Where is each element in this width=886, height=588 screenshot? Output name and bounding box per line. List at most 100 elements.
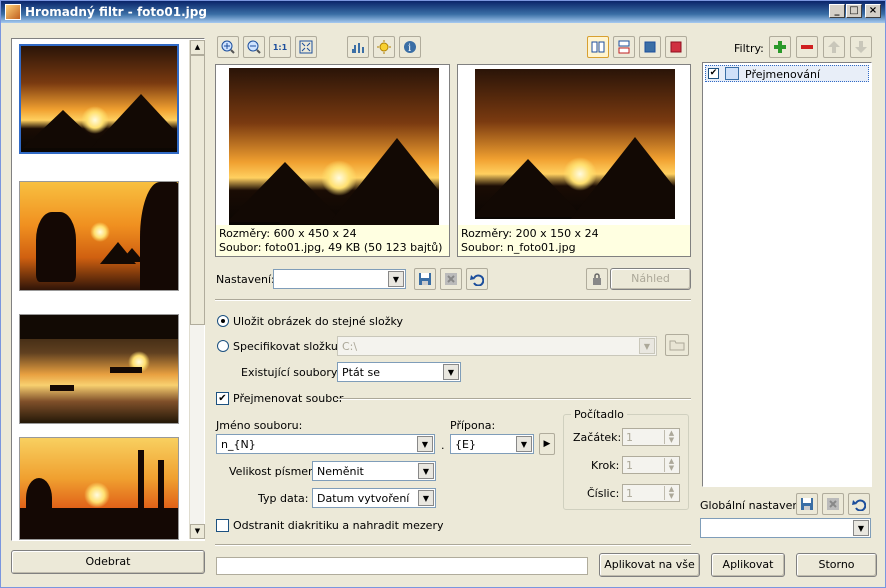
- thumbnail-4[interactable]: [19, 437, 179, 540]
- progress-bar: [216, 557, 588, 575]
- close-button[interactable]: ×: [865, 4, 881, 18]
- histogram-icon[interactable]: [347, 36, 369, 58]
- fit-to-window-icon[interactable]: [295, 36, 317, 58]
- date-type-combo[interactable]: Datum vytvoření ▼: [312, 488, 436, 508]
- original-view-icon[interactable]: [639, 36, 661, 58]
- filters-label: Filtry:: [734, 42, 764, 55]
- result-file: Soubor: n_foto01.jpg: [461, 241, 576, 254]
- save-settings-icon[interactable]: [414, 268, 436, 290]
- divider: [215, 299, 691, 301]
- browse-folder-icon[interactable]: [665, 334, 689, 356]
- chevron-down-icon: ▼: [443, 364, 459, 380]
- zoom-out-icon[interactable]: [243, 36, 265, 58]
- actual-size-icon[interactable]: 1:1: [269, 36, 291, 58]
- extension-combo[interactable]: {E} ▼: [450, 434, 534, 454]
- move-down-icon[interactable]: [850, 36, 872, 58]
- original-preview: Rozměry: 600 x 450 x 24 Soubor: foto01.j…: [215, 64, 450, 257]
- apply-all-button[interactable]: Aplikovat na vše: [599, 553, 700, 577]
- side-by-side-view-icon[interactable]: [587, 36, 609, 58]
- maximize-button[interactable]: □: [846, 4, 862, 18]
- rename-checkbox[interactable]: ✔: [216, 392, 229, 405]
- same-folder-label: Uložit obrázek do stejné složky: [233, 315, 403, 328]
- specify-folder-label: Specifikovat složku:: [233, 340, 342, 353]
- brightness-icon[interactable]: [373, 36, 395, 58]
- original-size: Rozměry: 600 x 450 x 24: [219, 227, 357, 240]
- same-folder-radio[interactable]: [217, 315, 229, 327]
- window: Hromadný filtr - foto01.jpg _ □ × ▲ ▼ Od…: [0, 0, 886, 588]
- thumbnail-1[interactable]: [19, 44, 179, 154]
- window-title: Hromadný filtr - foto01.jpg: [25, 5, 207, 19]
- move-up-icon[interactable]: [823, 36, 845, 58]
- chevron-down-icon: ▼: [639, 338, 655, 354]
- filename-combo[interactable]: n_{N} ▼: [216, 434, 435, 454]
- save-global-icon[interactable]: [796, 493, 818, 515]
- cancel-button[interactable]: Storno: [796, 553, 877, 577]
- scroll-thumb[interactable]: [190, 55, 205, 325]
- counter-title: Počítadlo: [571, 408, 627, 421]
- counter-digits-spinner[interactable]: 1 ▲ ▼: [622, 484, 680, 502]
- delete-global-icon[interactable]: [822, 493, 844, 515]
- undo-global-icon[interactable]: [848, 493, 870, 515]
- delete-settings-icon[interactable]: [440, 268, 462, 290]
- counter-step-spinner[interactable]: 1 ▲ ▼: [622, 456, 680, 474]
- specify-folder-radio[interactable]: [217, 340, 229, 352]
- minimize-button[interactable]: _: [829, 4, 845, 18]
- svg-text:i: i: [408, 43, 411, 54]
- rename-filter-icon: [725, 67, 739, 80]
- undo-icon[interactable]: [466, 268, 488, 290]
- original-file: Soubor: foto01.jpg, 49 KB (50 123 bajtů): [219, 241, 443, 254]
- filter-enabled-checkbox[interactable]: ✔: [708, 68, 719, 79]
- result-view-icon[interactable]: [665, 36, 687, 58]
- remove-filter-icon[interactable]: [796, 36, 818, 58]
- result-preview: Rozměry: 200 x 150 x 24 Soubor: n_foto01…: [457, 64, 691, 257]
- chevron-down-icon: ▼: [417, 436, 433, 452]
- insert-token-arrow-icon[interactable]: ▶: [539, 433, 555, 455]
- counter-digits-label: Číslic:: [587, 487, 620, 500]
- stacked-view-icon[interactable]: [613, 36, 635, 58]
- filter-list[interactable]: ✔ Přejmenování: [702, 62, 872, 487]
- filter-item-label: Přejmenování: [745, 68, 821, 81]
- info-icon[interactable]: i: [399, 36, 421, 58]
- chevron-down-icon: ▼: [388, 271, 404, 287]
- add-filter-icon[interactable]: [769, 36, 791, 58]
- thumbnail-3[interactable]: [19, 314, 179, 424]
- case-combo[interactable]: Neměnit ▼: [312, 461, 436, 481]
- chevron-down-icon: ▼: [418, 463, 434, 479]
- lock-icon[interactable]: [586, 268, 608, 290]
- diacritics-label: Odstranit diakritiku a nahradit mezery: [233, 519, 444, 532]
- thumbnail-2[interactable]: [19, 181, 179, 291]
- settings-label: Nastavení:: [216, 273, 275, 286]
- dot-separator: .: [441, 439, 445, 452]
- rename-label: Přejmenovat soubor: [233, 392, 344, 405]
- counter-start-label: Začátek:: [573, 431, 622, 444]
- result-image: [475, 69, 675, 219]
- vertical-scrollbar[interactable]: ▲ ▼: [189, 40, 205, 539]
- global-settings-label: Globální nastavení:: [700, 499, 807, 512]
- folder-combo[interactable]: C:\ ▼: [337, 336, 657, 356]
- remove-button[interactable]: Odebrat: [11, 550, 205, 574]
- apply-button[interactable]: Aplikovat: [711, 553, 785, 577]
- filter-item[interactable]: ✔ Přejmenování: [705, 65, 869, 82]
- counter-start-spinner[interactable]: 1 ▲ ▼: [622, 428, 680, 446]
- title-bar[interactable]: Hromadný filtr - foto01.jpg _ □ ×: [1, 1, 885, 23]
- diacritics-checkbox[interactable]: [216, 519, 229, 532]
- preview-button[interactable]: Náhled: [610, 268, 691, 290]
- date-type-label: Typ data:: [258, 492, 309, 505]
- zoom-in-icon[interactable]: [217, 36, 239, 58]
- chevron-down-icon: ▼: [853, 520, 869, 536]
- chevron-down-icon: ▼: [516, 436, 532, 452]
- settings-combo[interactable]: ▼: [273, 269, 406, 289]
- case-label: Velikost písmen:: [229, 465, 319, 478]
- scroll-down-arrow[interactable]: ▼: [190, 524, 205, 539]
- existing-files-label: Existující soubory:: [241, 366, 341, 379]
- thumbnail-list[interactable]: ▲ ▼: [11, 38, 205, 541]
- existing-files-combo[interactable]: Ptát se ▼: [337, 362, 461, 382]
- original-image: [229, 68, 439, 225]
- chevron-down-icon: ▼: [418, 490, 434, 506]
- divider: [215, 544, 691, 546]
- counter-step-label: Krok:: [591, 459, 620, 472]
- scroll-up-arrow[interactable]: ▲: [190, 40, 205, 55]
- global-settings-combo[interactable]: ▼: [700, 518, 871, 538]
- result-info: Rozměry: 200 x 150 x 24 Soubor: n_foto01…: [458, 225, 690, 256]
- original-info: Rozměry: 600 x 450 x 24 Soubor: foto01.j…: [216, 225, 449, 256]
